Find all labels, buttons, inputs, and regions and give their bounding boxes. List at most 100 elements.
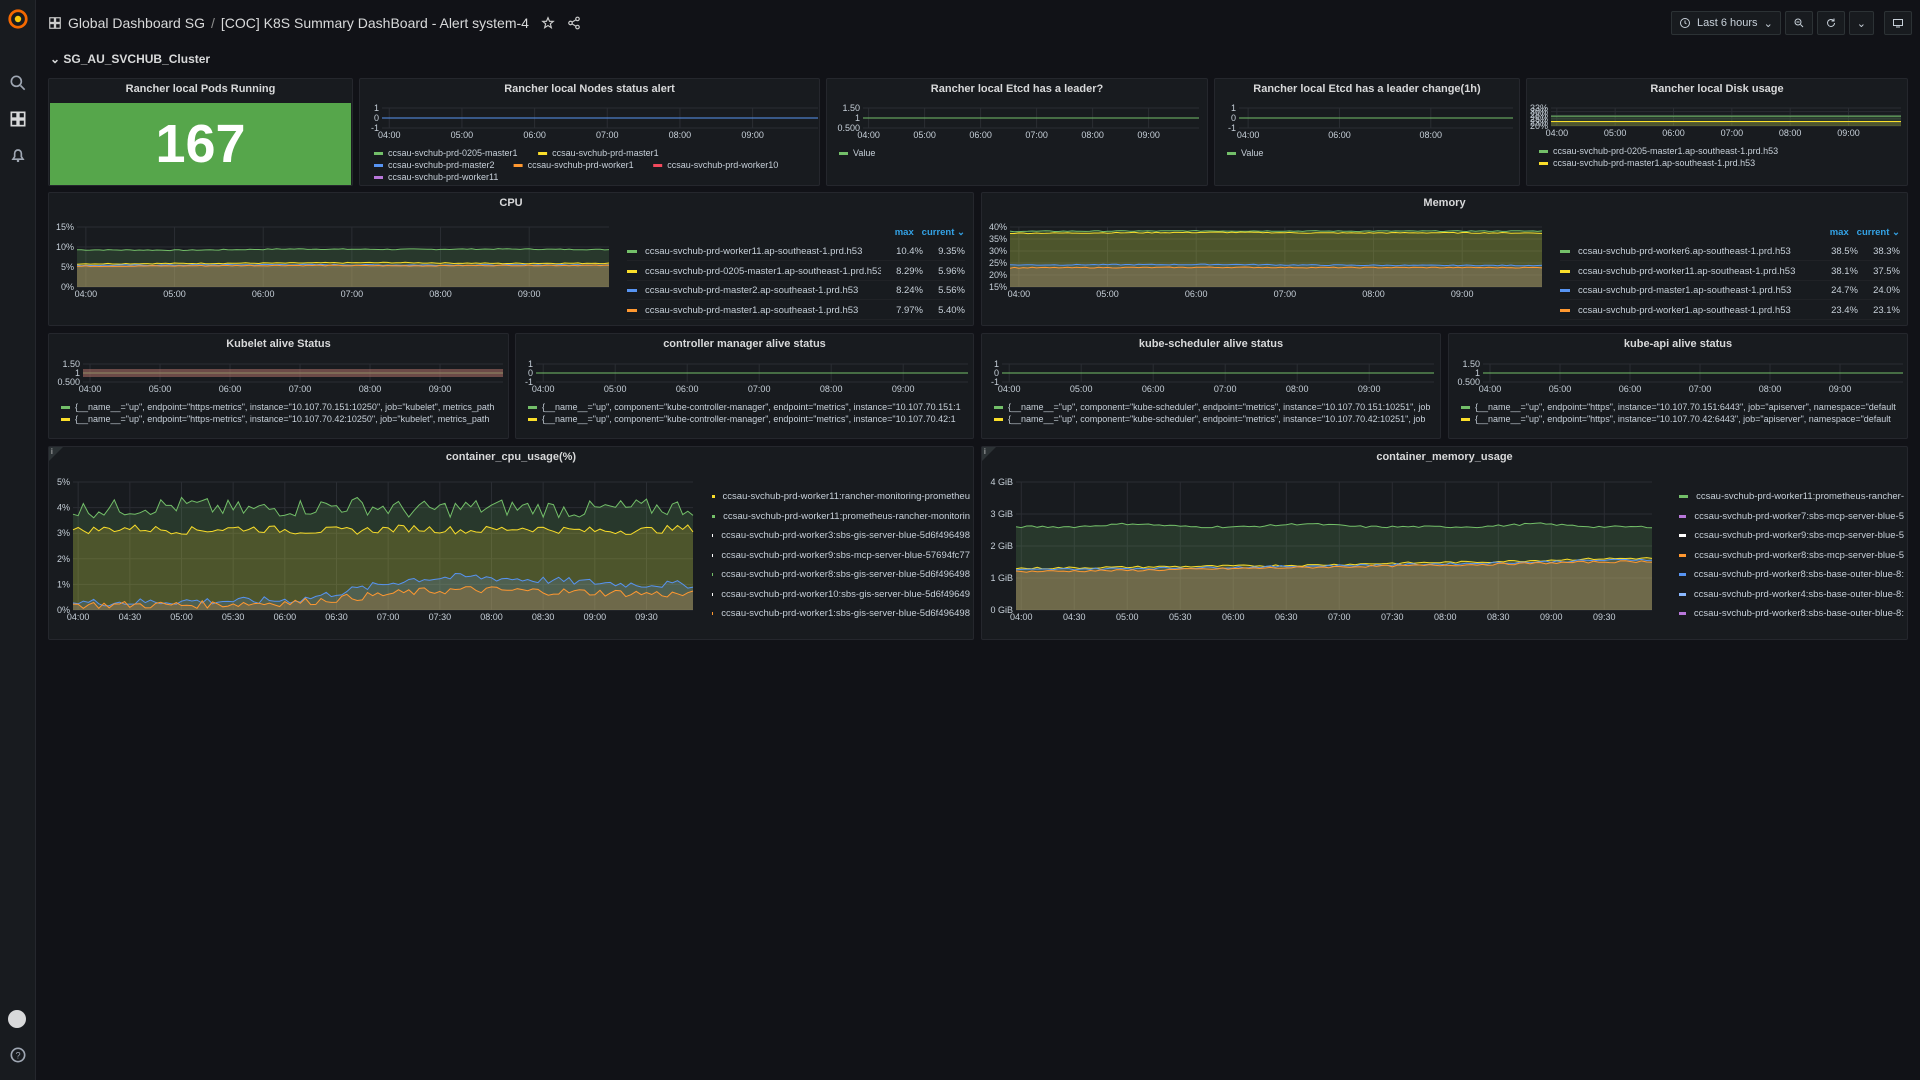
- legend-row[interactable]: ccsau-svchub-prd-master1.ap-southeast-1.…: [627, 302, 965, 320]
- legend-row[interactable]: ccsau-svchub-prd-master2.ap-southeast-1.…: [627, 282, 965, 300]
- legend-item[interactable]: ccsau-svchub-prd-worker7:sbs-mcp-server-…: [1679, 507, 1904, 527]
- legend-row[interactable]: ccsau-svchub-prd-worker11.ap-southeast-1…: [627, 243, 965, 261]
- legend-item[interactable]: ccsau-svchub-prd-worker8:sbs-mcp-server-…: [1679, 546, 1904, 566]
- panel-etcd-leader[interactable]: Rancher local Etcd has a leader? 1.50 1 0.…: [826, 78, 1208, 186]
- x-tick-label: 08:30: [532, 612, 555, 622]
- container-cpu-legend: ccsau-svchub-prd-worker11:rancher-monito…: [712, 487, 970, 637]
- time-picker-button[interactable]: Last 6 hours ⌄: [1671, 11, 1781, 35]
- legend-item[interactable]: ccsau-svchub-prd-worker11:prometheus-ran…: [712, 507, 970, 527]
- legend-max-value: 8.29%: [896, 265, 923, 277]
- x-tick-label: 05:00: [1070, 384, 1093, 394]
- search-icon[interactable]: [8, 73, 28, 93]
- panel-disk-usage[interactable]: Rancher local Disk usage 33% 30% 28% 25% 23%…: [1526, 78, 1908, 186]
- chart-cpu: 15% 10% 5% 0%04:00 05:00 06:00 07:00 08:00 09:00: [56, 222, 610, 299]
- panel-container-cpu[interactable]: i container_cpu_usage(%) 5% 4% 3% 2% 1% 0% 04:…: [48, 446, 974, 640]
- panel-memory[interactable]: Memory 40% 35% 30% 25% 20% 15% 04:00 05:00 06:00…: [981, 192, 1908, 326]
- legend-col-current[interactable]: current: [1857, 227, 1890, 238]
- tv-mode-button[interactable]: [1884, 11, 1912, 35]
- x-tick-label: 05:30: [1169, 612, 1192, 622]
- dashboards-icon[interactable]: [8, 109, 28, 129]
- panel-kubelet[interactable]: Kubelet alive Status 1.50 1 0.500 04:00 05:0…: [48, 333, 509, 439]
- legend-max-value: 38.1%: [1831, 265, 1858, 277]
- panel-pods-running[interactable]: Rancher local Pods Running 167: [48, 78, 353, 186]
- legend-col-current[interactable]: current: [922, 227, 955, 238]
- legend-item: {__name__="up", component="kube-schedule…: [1008, 414, 1425, 424]
- x-tick-label: 09:00: [518, 289, 541, 299]
- zoom-out-button[interactable]: [1784, 11, 1813, 35]
- legend-row[interactable]: ccsau-svchub-prd-0205-master1.ap-southea…: [627, 263, 965, 281]
- panel-cpu[interactable]: CPU 15% 10% 5% 0% 04:00 05:00 06:00 07:00 08:00 0…: [48, 192, 974, 326]
- legend-swatch: [712, 592, 714, 596]
- y-tick-label: 30%: [989, 246, 1007, 256]
- x-tick-label: 05:00: [451, 130, 474, 140]
- legend-series-name: ccsau-svchub-prd-worker3:sbs-gis-server-…: [721, 530, 970, 542]
- refresh-icon: [1826, 18, 1835, 27]
- legend-item[interactable]: ccsau-svchub-prd-worker8:sbs-base-outer-…: [1679, 604, 1904, 624]
- legend-header[interactable]: max current ⌄: [1830, 227, 1900, 238]
- breadcrumb-folder[interactable]: Global Dashboard SG: [68, 15, 205, 31]
- legend-swatch: [538, 152, 548, 155]
- series-area: [1010, 267, 1542, 287]
- refresh-interval-button[interactable]: ⌄: [1848, 11, 1874, 35]
- legend-item[interactable]: ccsau-svchub-prd-worker11:rancher-monito…: [712, 487, 970, 507]
- chart-memory: 40% 35% 30% 25% 20% 15%04:00 05:00 06:00 07:00 08…: [989, 222, 1543, 299]
- legend-item[interactable]: ccsau-svchub-prd-worker11:prometheus-ran…: [1679, 487, 1904, 507]
- legend-item[interactable]: ccsau-svchub-prd-worker9:sbs-mcp-server-…: [712, 546, 970, 566]
- x-tick-label: 08:00: [480, 612, 503, 622]
- y-tick-label: 4%: [57, 503, 70, 513]
- y-tick-label: 0: [374, 113, 379, 123]
- panel-title: Rancher local Pods Running: [125, 83, 276, 95]
- legend-item[interactable]: ccsau-svchub-prd-worker8:sbs-gis-server-…: [712, 565, 970, 585]
- legend-item: {__name__="up", endpoint="https", instan…: [1475, 402, 1896, 412]
- x-tick-label: 07:00: [1689, 384, 1712, 394]
- x-tick-label: 05:00: [604, 384, 627, 394]
- panel-nodes-status[interactable]: Rancher local Nodes status alert 1 0 -1 04:…: [359, 78, 820, 186]
- bell-icon[interactable]: [8, 145, 28, 165]
- legend-max-value: 24.7%: [1831, 285, 1858, 296]
- legend-col-max[interactable]: max: [895, 227, 914, 238]
- container-memory-legend: ccsau-svchub-prd-worker11:prometheus-ran…: [1679, 487, 1904, 637]
- legend-row[interactable]: ccsau-svchub-prd-worker1.ap-southeast-1.…: [1560, 302, 1900, 320]
- legend-item: {__name__="up", component="kube-schedule…: [1008, 402, 1430, 412]
- legend-row[interactable]: ccsau-svchub-prd-master1.ap-southeast-1.…: [1560, 282, 1900, 300]
- x-tick-label: 05:30: [222, 612, 245, 622]
- x-tick-label: 08:00: [1362, 289, 1385, 299]
- panel-kube-api[interactable]: kube-api alive status 1.50 1 0.500 04:00 05:…: [1448, 333, 1908, 439]
- legend-item[interactable]: ccsau-svchub-prd-worker4:sbs-base-outer-…: [1679, 585, 1904, 605]
- panel-container-memory[interactable]: i container_memory_usage 4 GiB 3 GiB 2 GiB…: [981, 446, 1908, 640]
- row-header[interactable]: ⌄ SG_AU_SVCHUB_Cluster: [50, 52, 210, 66]
- legend-header[interactable]: max current ⌄: [895, 227, 965, 238]
- legend-item[interactable]: ccsau-svchub-prd-worker10:sbs-gis-server…: [712, 585, 970, 605]
- legend-swatch: [653, 164, 663, 167]
- help-icon[interactable]: ?: [8, 1045, 28, 1065]
- legend-row[interactable]: ccsau-svchub-prd-worker11.ap-southeast-1…: [1560, 263, 1900, 281]
- legend-item[interactable]: ccsau-svchub-prd-worker9:sbs-mcp-server-…: [1679, 526, 1904, 546]
- legend-item: Value: [1241, 148, 1263, 158]
- panel-etcd-change[interactable]: Rancher local Etcd has a leader change(1…: [1214, 78, 1520, 186]
- legend-row[interactable]: ccsau-svchub-prd-worker6.ap-southeast-1.…: [1560, 243, 1900, 261]
- x-tick-label: 06:00: [252, 289, 275, 299]
- avatar[interactable]: [8, 1010, 26, 1028]
- refresh-button[interactable]: [1816, 11, 1845, 35]
- y-tick-label: 2 GiB: [990, 541, 1013, 551]
- legend-item: ccsau-svchub-prd-0205-master1.ap-southea…: [1553, 146, 1778, 156]
- x-tick-label: 04:00: [1546, 128, 1569, 138]
- star-icon[interactable]: [541, 16, 555, 30]
- legend-item[interactable]: ccsau-svchub-prd-worker8:sbs-base-outer-…: [1679, 565, 1904, 585]
- x-tick-label: 09:00: [429, 384, 452, 394]
- panel-kube-scheduler[interactable]: kube-scheduler alive status 1 0 -1 04:00 05:…: [981, 333, 1441, 439]
- legend-item: ccsau-svchub-prd-worker1: [528, 160, 634, 170]
- legend-col-max[interactable]: max: [1830, 227, 1849, 238]
- legend-item[interactable]: ccsau-svchub-prd-worker3:sbs-gis-server-…: [712, 526, 970, 546]
- share-icon[interactable]: [567, 16, 581, 30]
- grafana-logo[interactable]: [7, 8, 29, 30]
- legend-current-value: 9.35%: [938, 246, 965, 257]
- legend-item[interactable]: ccsau-svchub-prd-worker1:sbs-gis-server-…: [712, 604, 970, 624]
- y-tick-label: 0.500: [1457, 377, 1480, 387]
- dashboard-title[interactable]: [COC] K8S Summary DashBoard - Alert syst…: [221, 15, 529, 31]
- legend-swatch: [528, 406, 537, 409]
- legend-series-name: ccsau-svchub-prd-worker11:prometheus-ran…: [723, 510, 970, 522]
- chevron-down-icon: ⌄: [1856, 17, 1866, 30]
- legend-series-name: ccsau-svchub-prd-worker11.ap-southeast-1…: [645, 246, 863, 257]
- panel-controller-manager[interactable]: controller manager alive status 1 0 -1 04:0…: [515, 333, 974, 439]
